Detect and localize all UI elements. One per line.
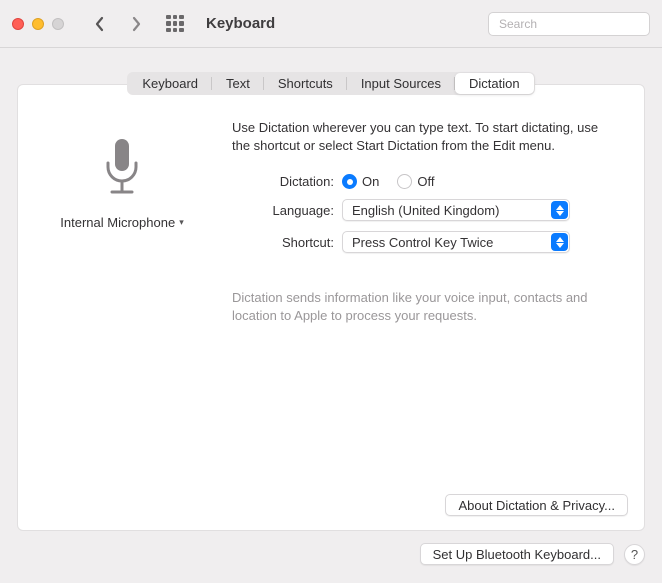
- shortcut-label: Shortcut:: [232, 235, 334, 250]
- tab-input-sources[interactable]: Input Sources: [347, 73, 455, 94]
- chevron-right-icon: [131, 16, 141, 32]
- toolbar: Keyboard: [0, 0, 662, 48]
- shortcut-value: Press Control Key Twice: [352, 235, 493, 250]
- tab-keyboard[interactable]: Keyboard: [128, 73, 212, 94]
- close-window-button[interactable]: [12, 18, 24, 30]
- language-select[interactable]: English (United Kingdom): [342, 199, 570, 221]
- updown-arrows-icon: [551, 233, 568, 251]
- search-input[interactable]: [499, 17, 654, 31]
- minimize-window-button[interactable]: [32, 18, 44, 30]
- microphone-icon: [98, 137, 146, 201]
- help-button[interactable]: ?: [624, 544, 645, 565]
- search-field[interactable]: [488, 12, 650, 36]
- window-title: Keyboard: [206, 15, 275, 32]
- shortcut-select[interactable]: Press Control Key Twice: [342, 231, 570, 253]
- intro-text: Use Dictation wherever you can type text…: [232, 119, 618, 154]
- nav-back-button[interactable]: [86, 12, 114, 36]
- radio-unchecked-icon: [397, 174, 412, 189]
- language-value: English (United Kingdom): [352, 203, 499, 218]
- show-all-preferences-button[interactable]: [166, 15, 184, 33]
- privacy-note: Dictation sends information like your vo…: [232, 289, 618, 324]
- tab-dictation[interactable]: Dictation: [455, 73, 534, 94]
- microphone-label: Internal Microphone: [60, 215, 175, 230]
- dictation-off-radio[interactable]: Off: [397, 174, 434, 189]
- dictation-on-radio[interactable]: On: [342, 174, 379, 189]
- tab-text[interactable]: Text: [212, 73, 264, 94]
- tab-shortcuts[interactable]: Shortcuts: [264, 73, 347, 94]
- zoom-window-button[interactable]: [52, 18, 64, 30]
- radio-checked-icon: [342, 174, 357, 189]
- nav-forward-button[interactable]: [122, 12, 150, 36]
- about-privacy-button[interactable]: About Dictation & Privacy...: [445, 494, 628, 516]
- off-label: Off: [417, 174, 434, 189]
- chevron-down-icon: ▾: [179, 217, 184, 228]
- dictation-panel: Internal Microphone ▾ Use Dictation wher…: [17, 84, 645, 531]
- on-label: On: [362, 174, 379, 189]
- dictation-label: Dictation:: [232, 174, 334, 189]
- tab-bar: Keyboard Text Shortcuts Input Sources Di…: [0, 72, 662, 95]
- language-label: Language:: [232, 203, 334, 218]
- chevron-left-icon: [95, 16, 105, 32]
- window-controls: [12, 18, 64, 30]
- setup-bluetooth-keyboard-button[interactable]: Set Up Bluetooth Keyboard...: [420, 543, 614, 565]
- microphone-selector[interactable]: Internal Microphone ▾: [60, 215, 183, 230]
- updown-arrows-icon: [551, 201, 568, 219]
